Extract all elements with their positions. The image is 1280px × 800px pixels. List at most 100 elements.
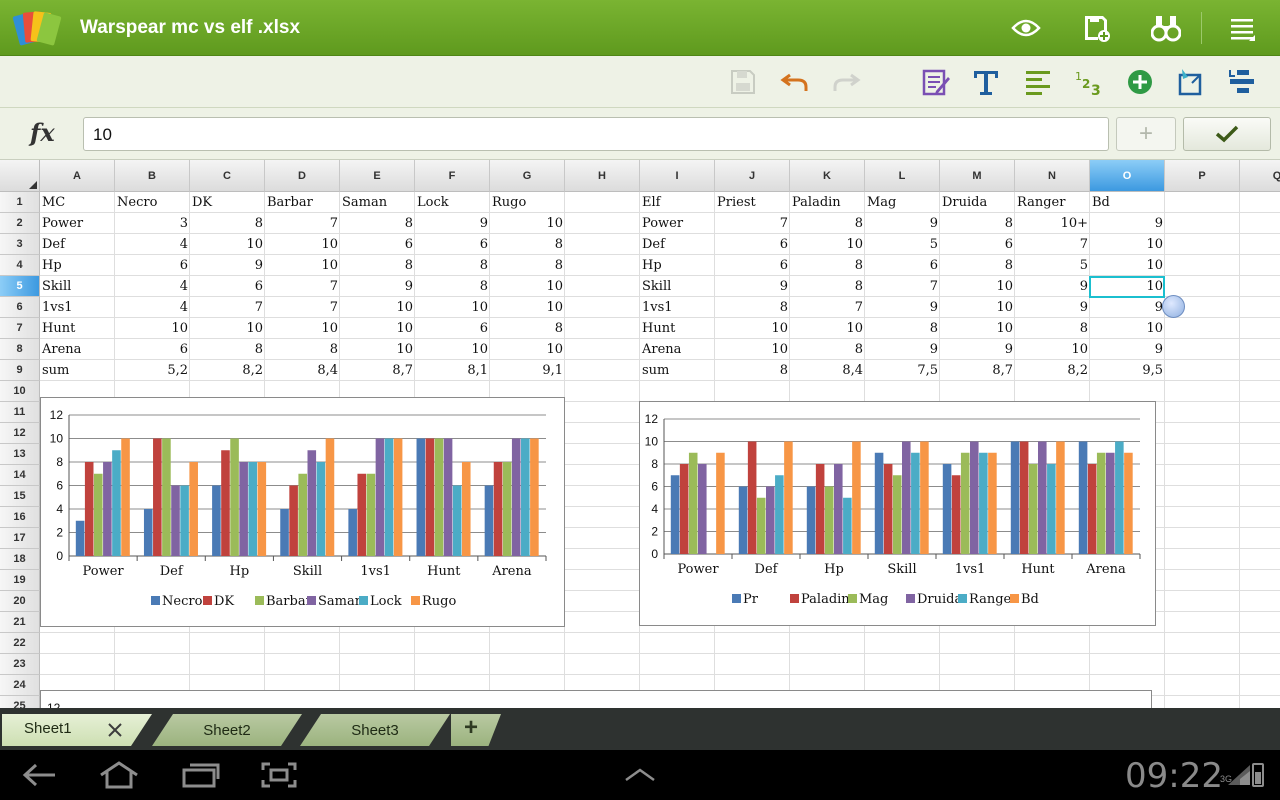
cell-m5[interactable]: 10 [940,276,1015,297]
cell-c8[interactable]: 8 [190,339,265,360]
selection-drag-handle[interactable] [1162,295,1185,318]
cell-m7[interactable]: 10 [940,318,1015,339]
cell-e3[interactable]: 6 [340,234,415,255]
cell-i1[interactable]: Elf [640,192,715,213]
menu-icon[interactable] [1226,12,1258,44]
row-header-20[interactable]: 20 [0,591,40,612]
cell-i2[interactable]: Power [640,213,715,234]
number-format-icon[interactable]: 123 [1073,66,1105,98]
column-header-k[interactable]: K [790,160,865,192]
cell-c9[interactable]: 8,2 [190,360,265,381]
row-header-22[interactable]: 22 [0,633,40,654]
insert-icon[interactable] [1124,66,1156,98]
cell-format-icon[interactable] [1175,66,1207,98]
cell-d8[interactable]: 8 [265,339,340,360]
cell-c3[interactable]: 10 [190,234,265,255]
cell-j2[interactable]: 7 [715,213,790,234]
cell-a3[interactable]: Def [40,234,115,255]
cell-g4[interactable]: 8 [490,255,565,276]
row-header-2[interactable]: 2 [0,213,40,234]
cell-m3[interactable]: 6 [940,234,1015,255]
cell-k6[interactable]: 7 [790,297,865,318]
screenshot-icon[interactable] [257,759,301,791]
cell-k4[interactable]: 8 [790,255,865,276]
cell-k5[interactable]: 8 [790,276,865,297]
cell-o7[interactable]: 10 [1090,318,1165,339]
cell-j9[interactable]: 8 [715,360,790,381]
cell-b7[interactable]: 10 [115,318,190,339]
cell-b3[interactable]: 4 [115,234,190,255]
cell-d4[interactable]: 10 [265,255,340,276]
row-header-24[interactable]: 24 [0,675,40,696]
row-header-11[interactable]: 11 [0,402,40,423]
cell-j6[interactable]: 8 [715,297,790,318]
cell-d2[interactable]: 7 [265,213,340,234]
row-header-10[interactable]: 10 [0,381,40,402]
find-icon[interactable] [1150,12,1182,44]
column-header-b[interactable]: B [115,160,190,192]
cell-g6[interactable]: 10 [490,297,565,318]
row-header-16[interactable]: 16 [0,507,40,528]
cell-l7[interactable]: 8 [865,318,940,339]
column-header-i[interactable]: I [640,160,715,192]
column-header-o[interactable]: O [1090,160,1165,192]
cell-b5[interactable]: 4 [115,276,190,297]
spreadsheet-grid[interactable]: ABCDEFGHIJKLMNOPQ 1 2 3 4 5 6 7 8 9 10 11 12 13 14 15 1… [0,160,1280,708]
cell-l8[interactable]: 9 [865,339,940,360]
cell-g8[interactable]: 10 [490,339,565,360]
cell-n1[interactable]: Ranger [1015,192,1090,213]
cell-k8[interactable]: 8 [790,339,865,360]
expand-up-icon[interactable] [618,759,662,791]
cell-f3[interactable]: 6 [415,234,490,255]
row-header-5[interactable]: 5 [0,276,40,297]
cell-n5[interactable]: 9 [1015,276,1090,297]
cell-g2[interactable]: 10 [490,213,565,234]
cell-i7[interactable]: Hunt [640,318,715,339]
column-header-n[interactable]: N [1015,160,1090,192]
cell-f6[interactable]: 10 [415,297,490,318]
cell-m1[interactable]: Druida [940,192,1015,213]
cell-k1[interactable]: Paladin [790,192,865,213]
cell-f8[interactable]: 10 [415,339,490,360]
row-col-icon[interactable] [1226,66,1258,98]
row-header-13[interactable]: 13 [0,444,40,465]
third-chart[interactable]: 12 [40,690,1152,708]
column-header-j[interactable]: J [715,160,790,192]
cell-k2[interactable]: 8 [790,213,865,234]
cell-l3[interactable]: 5 [865,234,940,255]
cell-b6[interactable]: 4 [115,297,190,318]
cell-j1[interactable]: Priest [715,192,790,213]
cell-e1[interactable]: Saman [340,192,415,213]
text-format-icon[interactable] [970,66,1002,98]
cell-d5[interactable]: 7 [265,276,340,297]
cell-a5[interactable]: Skill [40,276,115,297]
cell-m8[interactable]: 9 [940,339,1015,360]
save-as-icon[interactable] [1081,12,1113,44]
cell-l6[interactable]: 9 [865,297,940,318]
cell-e8[interactable]: 10 [340,339,415,360]
cell-b9[interactable]: 5,2 [115,360,190,381]
column-header-a[interactable]: A [40,160,115,192]
row-header-7[interactable]: 7 [0,318,40,339]
cell-l2[interactable]: 9 [865,213,940,234]
cell-k3[interactable]: 10 [790,234,865,255]
cell-i9[interactable]: sum [640,360,715,381]
cell-g7[interactable]: 8 [490,318,565,339]
cell-l4[interactable]: 6 [865,255,940,276]
cell-l9[interactable]: 7,5 [865,360,940,381]
cell-o8[interactable]: 9 [1090,339,1165,360]
sheet-tab-sheet1[interactable]: Sheet1 [2,714,152,746]
formula-confirm-button[interactable] [1183,117,1271,151]
eye-icon[interactable] [1010,12,1042,44]
cell-e5[interactable]: 9 [340,276,415,297]
cell-m4[interactable]: 8 [940,255,1015,276]
cell-g5[interactable]: 10 [490,276,565,297]
cell-j7[interactable]: 10 [715,318,790,339]
row-header-25[interactable]: 25 [0,696,40,708]
redo-icon[interactable] [830,66,862,98]
cell-o9[interactable]: 9,5 [1090,360,1165,381]
row-header-4[interactable]: 4 [0,255,40,276]
cell-n8[interactable]: 10 [1015,339,1090,360]
cell-o1[interactable]: Bd [1090,192,1165,213]
sheet-tab-sheet3[interactable]: Sheet3 [300,714,450,746]
